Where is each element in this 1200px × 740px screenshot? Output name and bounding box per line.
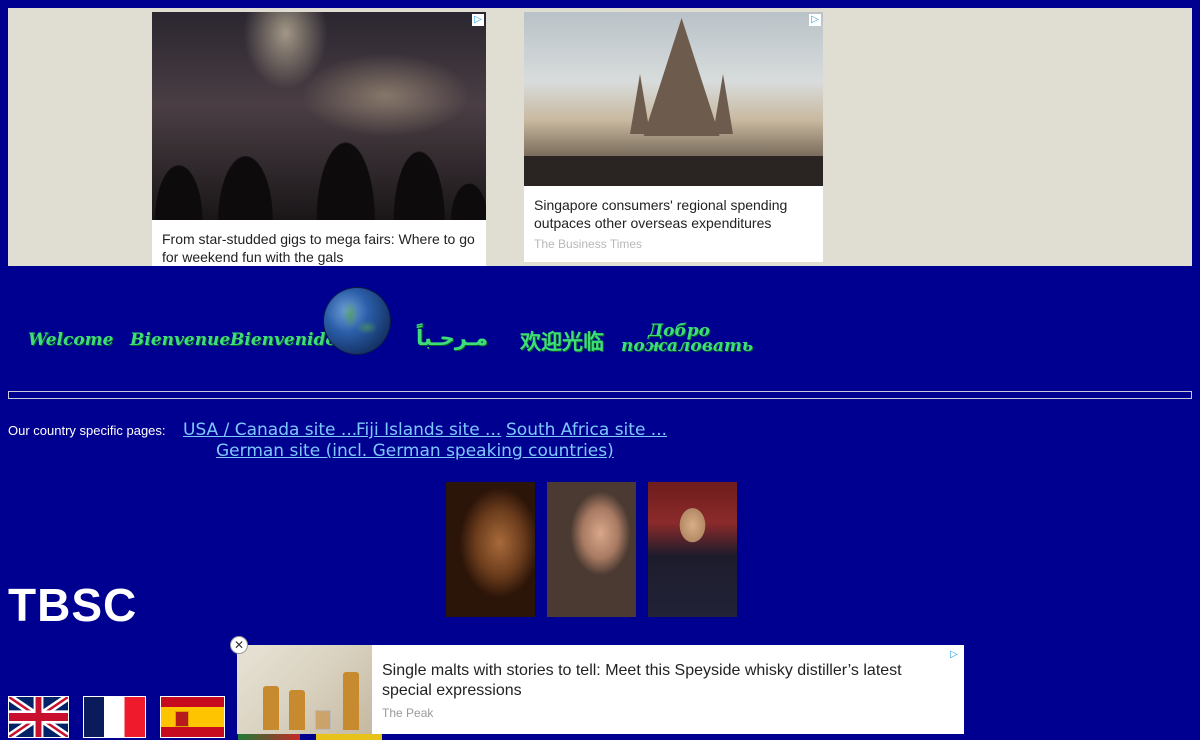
divider-bar <box>8 391 1192 399</box>
ad-concert-caption[interactable]: From star-studded gigs to mega fairs: Wh… <box>162 230 476 266</box>
ad-whisky-title[interactable]: Single malts with stories to tell: Meet … <box>382 661 942 701</box>
flag-spain-icon[interactable] <box>160 696 225 738</box>
country-pages-label: Our country specific pages: <box>8 423 166 438</box>
photo-man-phone <box>446 482 535 617</box>
adchoice-icon[interactable]: ▷ <box>472 14 484 26</box>
greeting-chinese: 欢迎光临 <box>520 330 604 354</box>
greeting-arabic: مـرحـباً <box>416 326 489 350</box>
ad-temple-caption[interactable]: Singapore consumers' regional spending o… <box>534 196 813 232</box>
greeting-english: Welcome <box>28 330 114 350</box>
greeting-russian-line2: пожаловать <box>621 336 754 356</box>
ad-temple-image[interactable] <box>524 12 823 186</box>
flag-partial-icon[interactable] <box>238 734 300 740</box>
flag-uk-icon[interactable] <box>8 696 69 738</box>
ad-whisky-image[interactable] <box>237 645 372 734</box>
adchoice-icon[interactable]: ▷ <box>809 14 821 26</box>
photo-businessman <box>648 482 737 617</box>
flag-france-icon[interactable] <box>83 696 146 738</box>
flag-partial-icon[interactable] <box>316 734 382 740</box>
ad-concert-image[interactable] <box>152 12 486 220</box>
photo-man-glasses <box>547 482 636 617</box>
bottom-ad-whisky[interactable]: Single malts with stories to tell: Meet … <box>237 645 964 734</box>
link-fiji[interactable]: Fiji Islands site ... <box>356 420 501 440</box>
close-icon[interactable]: ✕ <box>230 636 248 654</box>
ad-whisky-source: The Peak <box>382 706 434 720</box>
ad-temple-source: The Business Times <box>534 237 643 251</box>
globe-icon <box>324 288 390 354</box>
ad-concert[interactable]: ▷ From star-studded gigs to mega fairs: … <box>152 12 486 266</box>
brand-logo: TBSC <box>8 579 138 631</box>
link-south-africa[interactable]: South Africa site ... <box>506 420 667 440</box>
link-usa-canada[interactable]: USA / Canada site ... <box>183 420 357 440</box>
top-ad-strip: ▷ From star-studded gigs to mega fairs: … <box>8 8 1192 266</box>
link-german[interactable]: German site (incl. German speaking count… <box>216 441 614 461</box>
greeting-spanish: Bienvenido <box>230 330 337 350</box>
adchoice-icon[interactable]: ▷ <box>948 649 960 661</box>
greeting-french: Bienvenue <box>130 330 231 350</box>
ad-temple[interactable]: ▷ Singapore consumers' regional spending… <box>524 12 823 262</box>
